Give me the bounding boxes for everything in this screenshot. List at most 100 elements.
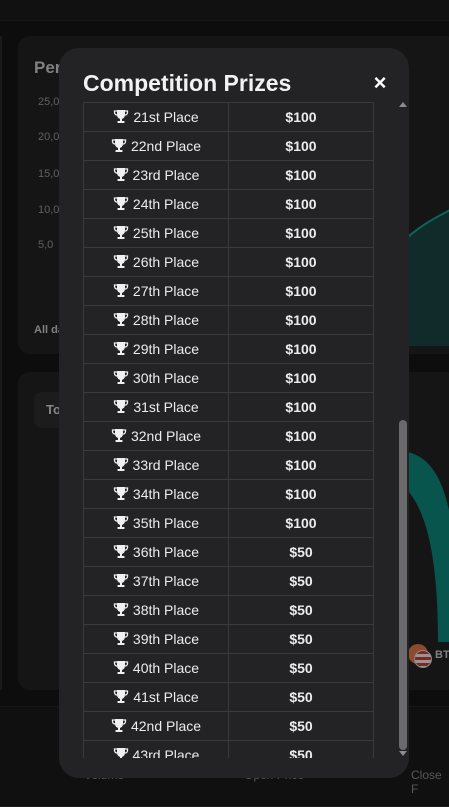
prize-row: 43rd Place $50	[83, 740, 374, 758]
prize-row: 25th Place $100	[83, 218, 374, 248]
prize-place-label: 22nd Place	[130, 138, 202, 154]
prize-place-cell: 21st Place	[83, 102, 230, 132]
prize-place-label: 29th Place	[132, 341, 200, 357]
trophy-icon	[113, 689, 129, 704]
prize-place-label: 26th Place	[132, 254, 200, 270]
prize-place-label: 30th Place	[132, 370, 200, 386]
prize-place-cell: 27th Place	[83, 276, 230, 306]
prize-place-label: 41st Place	[133, 689, 199, 705]
trophy-icon	[113, 341, 129, 356]
prize-place-cell: 31st Place	[83, 392, 230, 422]
prize-row: 26th Place $100	[83, 247, 374, 277]
prize-row: 36th Place $50	[83, 537, 374, 567]
prize-row: 28th Place $100	[83, 305, 374, 335]
trophy-icon	[113, 312, 129, 327]
prize-table: 21st Place $100 22nd Place $100 23rd Place $1…	[83, 102, 374, 758]
prize-amount-cell: $50	[228, 682, 374, 712]
prize-place-cell: 34th Place	[83, 479, 230, 509]
prize-place-cell: 39th Place	[83, 624, 230, 654]
scroll-down-arrow-icon[interactable]	[399, 751, 407, 756]
prize-place-label: 32nd Place	[130, 428, 202, 444]
prize-amount-cell: $50	[228, 537, 374, 567]
prize-place-cell: 24th Place	[83, 189, 230, 219]
prize-place-label: 42nd Place	[130, 718, 202, 734]
prize-amount-cell: $100	[228, 247, 374, 277]
prize-place-label: 23rd Place	[132, 167, 200, 183]
prize-amount-cell: $50	[228, 595, 374, 625]
trophy-icon	[113, 225, 129, 240]
trophy-icon	[113, 573, 129, 588]
prize-place-label: 39th Place	[132, 631, 200, 647]
prize-amount-cell: $100	[228, 334, 374, 364]
modal-title: Competition Prizes	[83, 70, 292, 96]
prize-amount-cell: $50	[228, 624, 374, 654]
prize-amount-cell: $100	[228, 508, 374, 538]
prize-row: 39th Place $50	[83, 624, 374, 654]
prize-place-label: 38th Place	[132, 602, 200, 618]
prize-row: 42nd Place $50	[83, 711, 374, 741]
prize-row: 24th Place $100	[83, 189, 374, 219]
prize-place-cell: 23rd Place	[83, 160, 230, 190]
prize-row: 30th Place $100	[83, 363, 374, 393]
trophy-icon	[113, 167, 129, 182]
trophy-icon	[113, 747, 129, 758]
scroll-thumb[interactable]	[399, 420, 407, 750]
prize-amount-cell: $100	[228, 305, 374, 335]
trophy-icon	[113, 631, 129, 646]
prize-place-label: 27th Place	[132, 283, 200, 299]
prize-table-container[interactable]: 21st Place $100 22nd Place $100 23rd Place $1…	[83, 102, 374, 758]
scroll-up-arrow-icon[interactable]	[399, 102, 407, 107]
trophy-icon	[113, 544, 129, 559]
prize-row: 38th Place $50	[83, 595, 374, 625]
trophy-icon	[111, 138, 127, 153]
prize-amount-cell: $100	[228, 479, 374, 509]
prize-place-label: 35th Place	[132, 515, 200, 531]
prize-row: 29th Place $100	[83, 334, 374, 364]
prize-place-cell: 35th Place	[83, 508, 230, 538]
prize-place-cell: 28th Place	[83, 305, 230, 335]
prize-amount-cell: $100	[228, 218, 374, 248]
trophy-icon	[111, 718, 127, 733]
prize-amount-cell: $50	[228, 566, 374, 596]
prize-row: 23rd Place $100	[83, 160, 374, 190]
prize-amount-cell: $50	[228, 740, 374, 758]
prize-place-cell: 29th Place	[83, 334, 230, 364]
competition-prizes-modal: Competition Prizes × 21st Place $100 22nd …	[59, 48, 409, 778]
trophy-icon	[113, 254, 129, 269]
prize-amount-cell: $100	[228, 160, 374, 190]
trophy-icon	[113, 486, 129, 501]
trophy-icon	[113, 370, 129, 385]
prize-place-label: 25th Place	[132, 225, 200, 241]
prize-amount-cell: $100	[228, 392, 374, 422]
prize-row: 33rd Place $100	[83, 450, 374, 480]
close-button[interactable]: ×	[371, 72, 389, 94]
trophy-icon	[113, 283, 129, 298]
prize-row: 40th Place $50	[83, 653, 374, 683]
prize-place-cell: 32nd Place	[83, 421, 230, 451]
prize-place-cell: 40th Place	[83, 653, 230, 683]
prize-row: 34th Place $100	[83, 479, 374, 509]
prize-place-cell: 30th Place	[83, 363, 230, 393]
prize-place-cell: 37th Place	[83, 566, 230, 596]
trophy-icon	[113, 399, 129, 414]
prize-row: 31st Place $100	[83, 392, 374, 422]
trophy-icon	[113, 602, 129, 617]
prize-place-label: 31st Place	[133, 399, 199, 415]
prize-amount-cell: $100	[228, 131, 374, 161]
trophy-icon	[111, 428, 127, 443]
prize-place-cell: 25th Place	[83, 218, 230, 248]
prize-row: 27th Place $100	[83, 276, 374, 306]
trophy-icon	[113, 109, 129, 124]
prize-amount-cell: $50	[228, 711, 374, 741]
prize-row: 35th Place $100	[83, 508, 374, 538]
prize-amount-cell: $100	[228, 421, 374, 451]
prize-place-label: 36th Place	[132, 544, 200, 560]
prize-place-label: 37th Place	[132, 573, 200, 589]
prize-amount-cell: $100	[228, 363, 374, 393]
prize-amount-cell: $100	[228, 450, 374, 480]
prize-amount-cell: $100	[228, 189, 374, 219]
prize-place-label: 33rd Place	[132, 457, 200, 473]
prize-place-label: 21st Place	[133, 109, 199, 125]
prize-place-cell: 33rd Place	[83, 450, 230, 480]
scrollbar[interactable]	[398, 102, 408, 758]
